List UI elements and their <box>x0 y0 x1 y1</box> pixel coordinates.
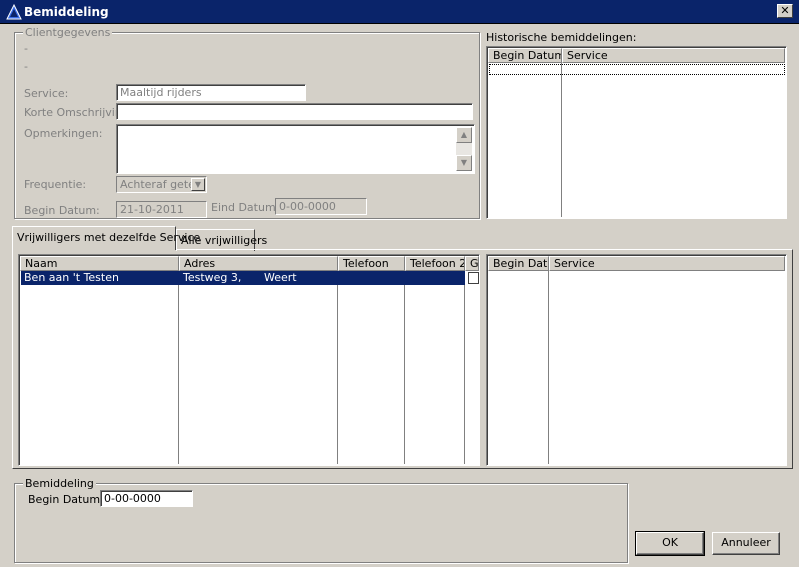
vrijwilliger-historie-grid[interactable]: Begin Datum Service <box>486 254 787 466</box>
frequentie-select[interactable]: Achteraf geteld ▼ <box>116 176 207 193</box>
ok-button[interactable]: OK <box>635 531 705 556</box>
historisch-focus-row[interactable] <box>489 64 785 75</box>
opmerkingen-scrollbar[interactable]: ▲ ▼ <box>456 127 472 171</box>
chevron-down-icon[interactable]: ▼ <box>191 178 205 191</box>
cell-adres: Testweg 3, <box>183 271 242 284</box>
service-label: Service: <box>24 87 69 100</box>
opmerkingen-label: Opmerkingen: <box>24 127 103 140</box>
client-line-2: - <box>24 60 28 73</box>
col-g[interactable]: G <box>465 256 479 271</box>
begin-datum-label: Begin Datum: <box>24 204 100 217</box>
client-line-1: - <box>24 42 28 55</box>
bemiddeling-legend: Bemiddeling <box>23 477 96 490</box>
col-naam[interactable]: Naam <box>20 256 179 271</box>
window-title: Bemiddeling <box>24 5 109 19</box>
cell-naam: Ben aan 't Testen <box>24 271 119 284</box>
col-divider <box>464 271 465 464</box>
col-telefoon-2[interactable]: Telefoon 2 <box>405 256 465 271</box>
scroll-down-button[interactable]: ▼ <box>456 155 472 171</box>
row-checkbox[interactable] <box>468 272 479 284</box>
historisch-grid[interactable]: Begin Datum Service <box>486 46 787 219</box>
app-icon <box>6 4 22 20</box>
eind-datum-label: Eind Datum: <box>211 201 280 214</box>
historisch-col-begin[interactable]: Begin Datum <box>488 48 562 63</box>
close-icon: ✕ <box>780 4 790 17</box>
bemiddeling-begin-label: Begin Datum: <box>28 493 104 506</box>
clientgegevens-legend: Clientgegevens <box>23 26 113 39</box>
arrow-down-icon: ▼ <box>460 158 468 167</box>
cancel-button[interactable]: Annuleer <box>712 532 780 555</box>
col-divider <box>337 271 338 464</box>
historisch-col-service[interactable]: Service <box>562 48 785 63</box>
opmerkingen-field[interactable]: ▲ ▼ <box>116 124 475 174</box>
arrow-up-icon: ▲ <box>460 130 468 139</box>
korte-omschrijving-field[interactable] <box>116 103 473 120</box>
eind-datum-field: 0-00-0000 <box>275 198 367 215</box>
vh-col-divider <box>548 271 549 464</box>
cell-plaats: Weert <box>264 271 297 284</box>
col-divider <box>178 271 179 464</box>
vrijwilligers-grid[interactable]: Naam Adres Telefoon Telefoon 2 G Ben aan… <box>18 254 480 466</box>
close-button[interactable]: ✕ <box>777 4 793 18</box>
begin-datum-field: 21-10-2011 <box>116 201 207 218</box>
frequentie-label: Frequentie: <box>24 178 87 191</box>
historisch-title: Historische bemiddelingen: <box>486 31 637 44</box>
vh-col-service[interactable]: Service <box>549 256 785 271</box>
scroll-up-button[interactable]: ▲ <box>456 127 472 143</box>
title-bar[interactable]: Bemiddeling ✕ <box>0 0 799 24</box>
col-adres[interactable]: Adres <box>179 256 338 271</box>
col-divider <box>404 271 405 464</box>
col-telefoon[interactable]: Telefoon <box>338 256 405 271</box>
service-field: Maaltijd rijders <box>116 84 306 101</box>
bemiddeling-begin-field[interactable]: 0-00-0000 <box>100 490 193 507</box>
tab-vrijwilligers-zelfde-service[interactable]: Vrijwilligers met dezelfde Service <box>12 226 200 250</box>
table-row[interactable]: Ben aan 't Testen Testweg 3, Weert <box>21 271 465 285</box>
historisch-col-divider <box>561 63 562 217</box>
vh-col-begin[interactable]: Begin Datum <box>488 256 549 271</box>
